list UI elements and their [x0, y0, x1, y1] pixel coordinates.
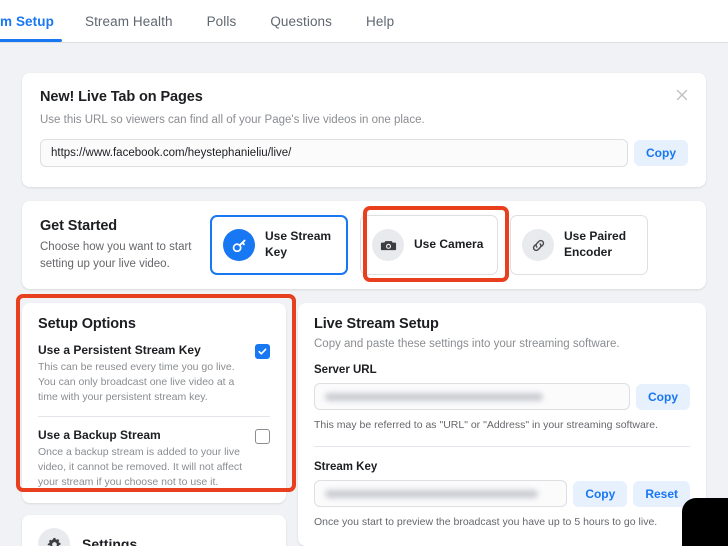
copy-server-url-button[interactable]: Copy — [636, 383, 690, 410]
copy-live-url-button[interactable]: Copy — [634, 140, 688, 166]
setup-option-description: Once a backup stream is added to your li… — [38, 445, 243, 488]
stream-key-hint: Once you start to preview the broadcast … — [314, 516, 658, 529]
get-started-options: Use Stream Key Use Camera Use Paired Enc… — [210, 215, 648, 275]
app-screen: m Setup Stream Health Polls Questions He… — [0, 0, 728, 546]
tab-questions[interactable]: Questions — [253, 0, 349, 42]
live-tab-url-row: https://www.facebook.com/heystephanieliu… — [40, 139, 688, 167]
option-use-stream-key[interactable]: Use Stream Key — [210, 215, 348, 275]
gear-icon — [38, 528, 70, 546]
server-url-row: Copy — [314, 383, 690, 410]
top-navigation-bar: m Setup Stream Health Polls Questions He… — [0, 0, 728, 43]
setup-option-text: Use a Backup Stream Once a backup stream… — [38, 428, 247, 490]
main-content: New! Live Tab on Pages Use this URL so v… — [0, 43, 728, 546]
option-use-paired-encoder[interactable]: Use Paired Encoder — [510, 215, 648, 275]
setup-options-card: Setup Options Use a Persistent Stream Ke… — [22, 303, 286, 504]
live-tab-title: New! Live Tab on Pages — [40, 89, 203, 105]
tab-polls[interactable]: Polls — [190, 0, 254, 42]
live-stream-setup-card: Live Stream Setup Copy and paste these s… — [298, 303, 706, 546]
live-tab-url-input[interactable]: https://www.facebook.com/heystephanieliu… — [40, 139, 628, 167]
setup-option-name: Use a Persistent Stream Key — [38, 343, 201, 357]
setup-option-backup-stream: Use a Backup Stream Once a backup stream… — [38, 428, 270, 490]
tab-label: Help — [366, 13, 395, 29]
live-tab-subtitle: Use this URL so viewers can find all of … — [40, 114, 425, 126]
left-column: Setup Options Use a Persistent Stream Ke… — [22, 303, 286, 546]
stream-key-input[interactable] — [314, 480, 568, 508]
tab-label: Questions — [270, 13, 333, 29]
get-started-card: Get Started Choose how you want to start… — [22, 201, 706, 289]
camera-icon — [372, 229, 404, 261]
bottom-row: Setup Options Use a Persistent Stream Ke… — [22, 303, 706, 546]
setup-option-text: Use a Persistent Stream Key This can be … — [38, 343, 247, 405]
option-use-camera[interactable]: Use Camera — [360, 215, 498, 275]
server-url-hint: This may be referred to as "URL" or "Add… — [314, 419, 659, 431]
live-stream-setup-subtitle: Copy and paste these settings into your … — [314, 338, 620, 350]
server-url-label: Server URL — [314, 364, 377, 376]
setup-option-persistent-stream-key: Use a Persistent Stream Key This can be … — [38, 343, 270, 405]
reset-stream-key-button[interactable]: Reset — [633, 480, 690, 507]
server-url-redacted-value — [325, 392, 543, 401]
stream-key-row: Copy Reset — [314, 480, 690, 508]
key-icon — [223, 229, 255, 261]
tab-stream-health[interactable]: Stream Health — [68, 0, 190, 42]
settings-card[interactable]: Settings — [22, 515, 286, 546]
stream-key-redacted-value — [325, 489, 538, 498]
live-tab-url-value: https://www.facebook.com/heystephanieliu… — [51, 147, 292, 159]
stream-key-label: Stream Key — [314, 461, 378, 474]
tab-list: m Setup Stream Health Polls Questions He… — [0, 0, 411, 42]
setup-option-description: This can be reused every time you go liv… — [38, 361, 235, 403]
close-icon[interactable] — [674, 87, 690, 103]
option-label: Use Stream Key — [265, 229, 332, 259]
get-started-text-block: Get Started Choose how you want to start… — [40, 218, 210, 272]
get-started-title: Get Started — [40, 217, 118, 234]
setup-option-name: Use a Backup Stream — [38, 427, 161, 442]
tab-label: Stream Health — [84, 13, 173, 29]
backup-stream-checkbox[interactable] — [255, 428, 270, 444]
option-label: Use Paired Encoder — [564, 229, 627, 259]
setup-options-divider — [38, 415, 270, 417]
settings-label: Settings — [82, 536, 138, 546]
tab-stream-setup[interactable]: m Setup — [0, 0, 68, 42]
server-url-input[interactable] — [314, 383, 630, 410]
link-icon — [522, 229, 554, 261]
persistent-stream-key-checkbox[interactable] — [255, 344, 270, 359]
copy-stream-key-button[interactable]: Copy — [573, 480, 628, 507]
tab-label: m Setup — [0, 13, 54, 29]
tab-help[interactable]: Help — [349, 0, 411, 42]
live-stream-setup-title: Live Stream Setup — [314, 316, 439, 332]
tab-label: Polls — [206, 13, 237, 29]
live-stream-setup-divider — [314, 446, 690, 448]
live-tab-announcement-card: New! Live Tab on Pages Use this URL so v… — [22, 73, 706, 187]
option-label: Use Camera — [414, 237, 484, 252]
get-started-subtitle: Choose how you want to start setting up … — [40, 240, 192, 270]
right-column: Live Stream Setup Copy and paste these s… — [298, 303, 706, 546]
video-preview-panel[interactable] — [682, 498, 728, 546]
setup-options-title: Setup Options — [38, 316, 136, 332]
